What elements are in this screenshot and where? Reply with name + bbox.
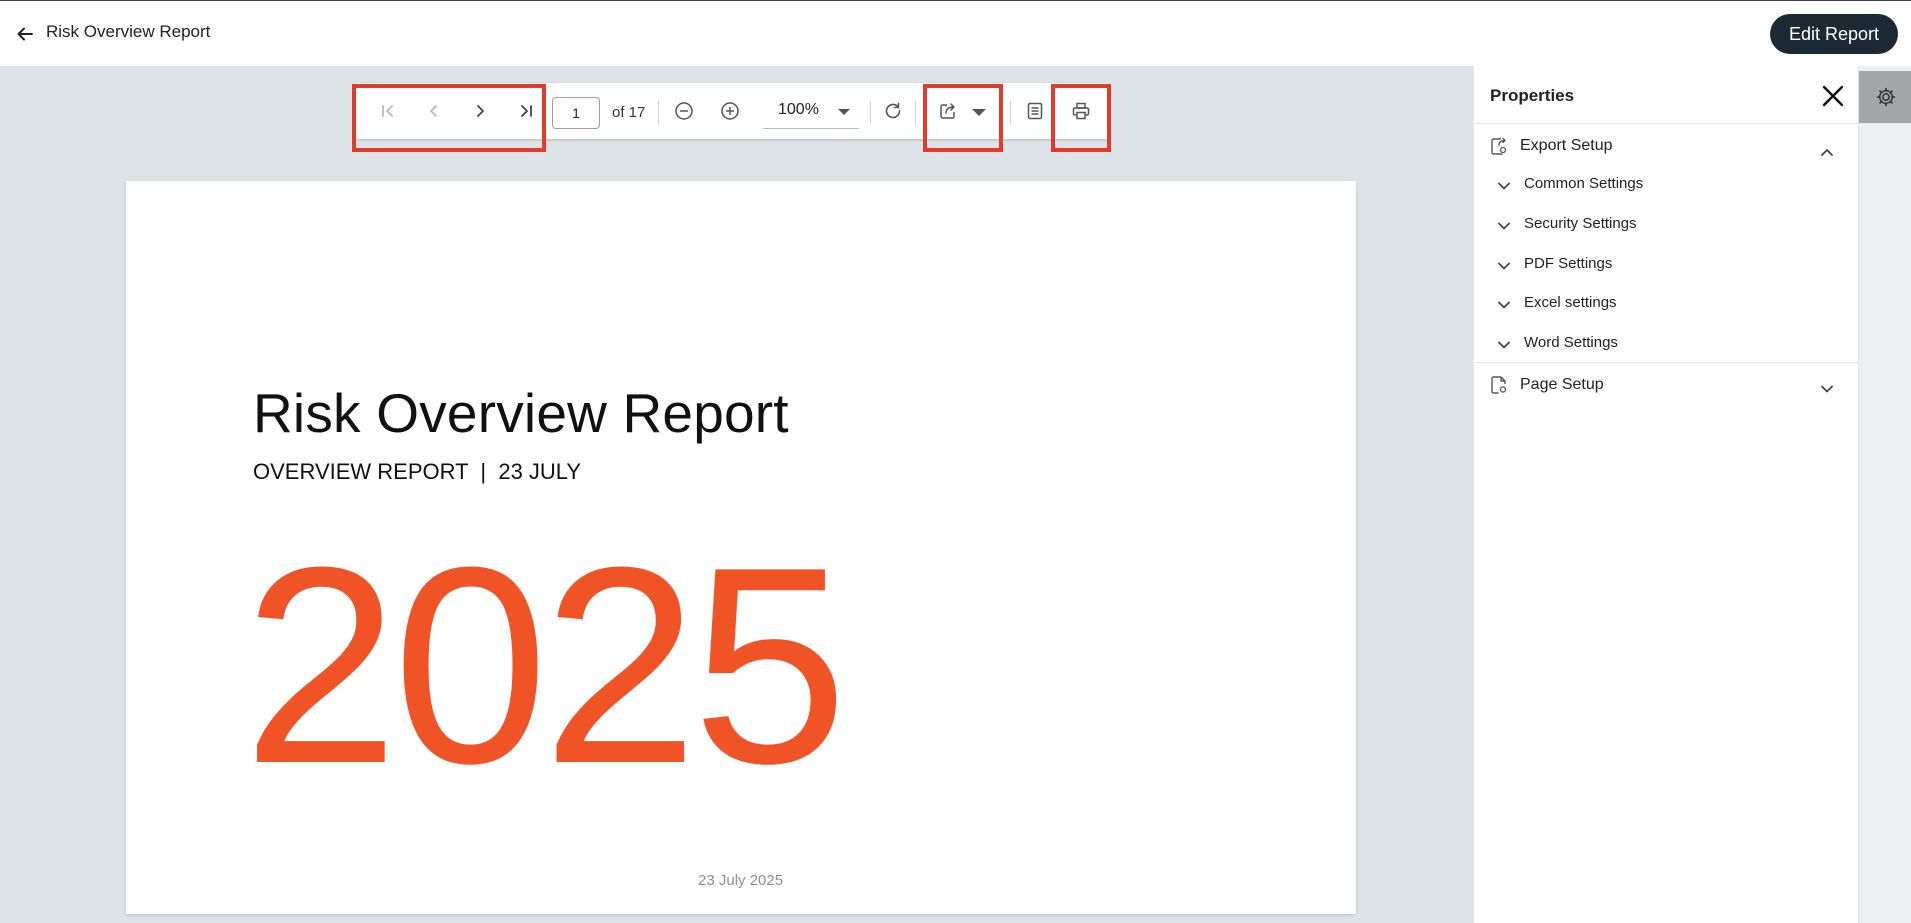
annotation-label-2: 2 [949, 66, 971, 67]
report-year: 2025 [243, 510, 848, 822]
next-page-icon[interactable] [466, 97, 494, 125]
annotation-label-1: 1 [434, 66, 456, 67]
refresh-icon[interactable] [879, 97, 907, 125]
print-icon[interactable] [1067, 97, 1095, 125]
report-subtitle: OVERVIEW REPORT | 23 JULY [253, 459, 582, 484]
chevron-down-icon [1496, 218, 1512, 234]
properties-title: Properties [1490, 86, 1575, 105]
right-rail [1858, 66, 1911, 923]
word-settings-label: Word Settings [1524, 334, 1618, 351]
divider [1474, 362, 1859, 363]
page-settings-icon [1490, 375, 1508, 395]
edit-report-button[interactable]: Edit Report [1770, 14, 1898, 54]
report-footer-date: 23 July 2025 [698, 872, 784, 889]
page-count: of 17 [612, 104, 646, 121]
toolbar-divider [870, 101, 871, 125]
properties-panel: Properties Export Setup Common Settings … [1473, 66, 1859, 923]
back-arrow-icon[interactable] [14, 23, 36, 45]
toolbar-divider [915, 101, 916, 125]
zoom-dropdown[interactable]: 100% [763, 93, 859, 129]
caret-down-icon [838, 109, 850, 115]
security-settings-item[interactable]: Security Settings [1474, 207, 1859, 241]
close-icon[interactable] [1819, 82, 1847, 110]
chevron-down-icon [1496, 337, 1512, 353]
excel-settings-item[interactable]: Excel settings [1474, 286, 1859, 320]
previous-page-icon[interactable] [420, 97, 448, 125]
pdf-settings-item[interactable]: PDF Settings [1474, 247, 1859, 281]
page-setup-label: Page Setup [1520, 376, 1604, 393]
chevron-down-icon [1496, 297, 1512, 313]
export-dropdown-caret-icon[interactable] [972, 109, 986, 116]
report-viewer: 1 of 17 100% 1 2 [0, 66, 1473, 923]
toolbar-divider [658, 101, 659, 125]
zoom-out-icon[interactable] [670, 97, 698, 125]
export-settings-icon [1490, 136, 1508, 156]
chevron-down-icon [1496, 258, 1512, 274]
pdf-settings-label: PDF Settings [1524, 255, 1613, 272]
report-title: Risk Overview Report [253, 382, 789, 444]
export-setup-label: Export Setup [1520, 137, 1613, 154]
page-number-input[interactable]: 1 [552, 97, 600, 129]
annotation-label-3: 3 [1067, 66, 1089, 67]
zoom-value: 100% [778, 101, 819, 118]
viewer-toolbar: 1 of 17 100% [356, 83, 1108, 139]
excel-settings-label: Excel settings [1524, 294, 1617, 311]
toolbar-divider [1010, 101, 1011, 125]
divider [1474, 123, 1859, 124]
chevron-down-icon [1496, 178, 1512, 194]
chevron-down-icon [1819, 381, 1835, 397]
common-settings-item[interactable]: Common Settings [1474, 167, 1859, 201]
last-page-icon[interactable] [512, 97, 540, 125]
settings-gear-icon[interactable] [1859, 71, 1911, 123]
chevron-up-icon [1819, 144, 1835, 160]
word-settings-item[interactable]: Word Settings [1474, 326, 1859, 360]
export-icon[interactable] [934, 97, 962, 125]
report-page: Risk Overview Report OVERVIEW REPORT | 2… [126, 181, 1356, 914]
app-header: Risk Overview Report Edit Report [0, 0, 1911, 66]
page-title: Risk Overview Report [46, 22, 211, 41]
page-setup-header[interactable]: Page Setup [1474, 367, 1859, 403]
export-setup-header[interactable]: Export Setup [1474, 128, 1859, 164]
common-settings-label: Common Settings [1524, 175, 1644, 192]
security-settings-label: Security Settings [1524, 215, 1637, 232]
parameters-icon[interactable] [1021, 97, 1049, 125]
zoom-in-icon[interactable] [716, 97, 744, 125]
first-page-icon[interactable] [374, 97, 402, 125]
